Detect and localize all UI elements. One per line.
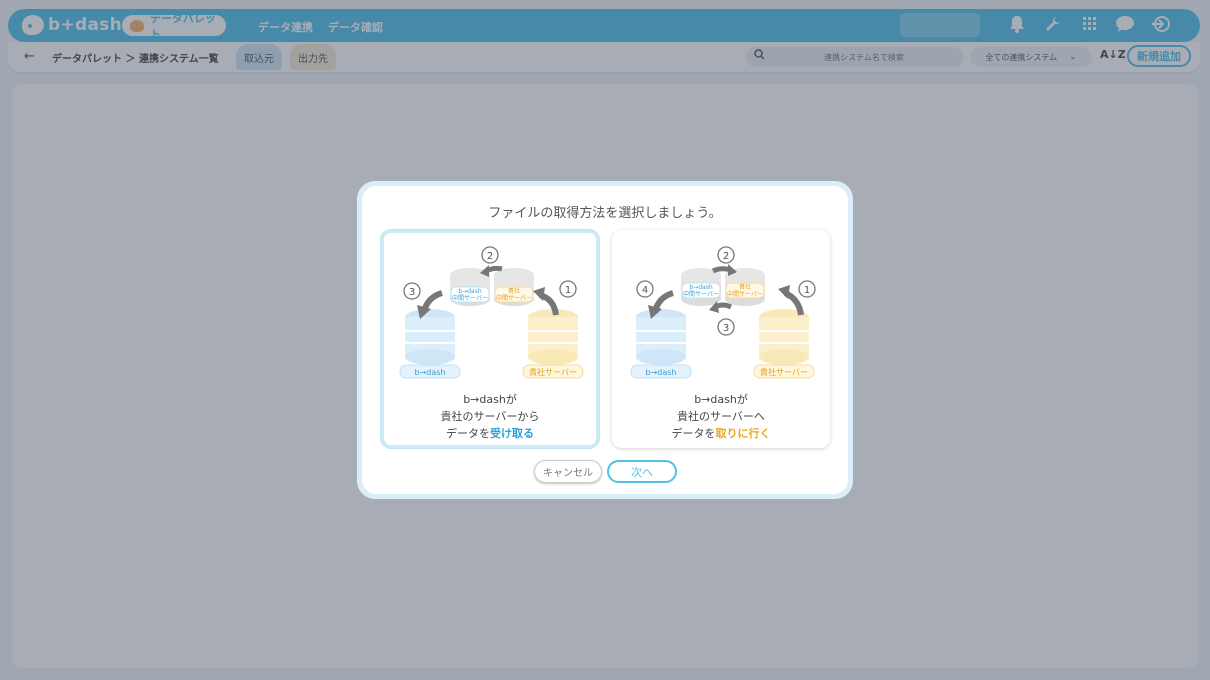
step-bubble-2: 2	[481, 246, 499, 264]
client-server-cylinder	[528, 309, 578, 365]
receive-diagram: b→dash 中間サーバー 貴社 中間サーバー b→dash 貴社サーバー 1 …	[399, 246, 584, 379]
svg-text:2: 2	[487, 251, 493, 262]
step-bubble-1: 1	[798, 280, 816, 298]
svg-text:4: 4	[642, 285, 648, 296]
receive-description: b→dashが 貴社のサーバーから データを受け取る	[384, 391, 596, 442]
fetch-line-2: 貴社のサーバーへ	[677, 410, 765, 423]
receive-line-1: b→dashが	[463, 393, 517, 406]
fetch-highlight: 取りに行く	[715, 427, 771, 440]
receive-highlight: 受け取る	[490, 427, 534, 440]
step-bubble-1: 1	[559, 280, 577, 298]
relay-bdash-label-2: 中間サーバー	[452, 294, 488, 302]
fetch-line-1: b→dashが	[694, 393, 748, 406]
relay-client-label-1: 貴社	[739, 283, 751, 291]
next-button[interactable]: 次へ	[607, 460, 677, 483]
receive-line-3: データを受け取る	[446, 427, 534, 440]
modal-body: ファイルの取得方法を選択しましょう。 b→dash 中間サーバー 貴社 中間サー…	[362, 186, 848, 494]
relay-bdash-label-1: b→dash	[458, 288, 481, 295]
cancel-button[interactable]: キャンセル	[534, 460, 602, 483]
fetch-description: b→dashが 貴社のサーバーへ データを取りに行く	[615, 391, 827, 442]
step-bubble-3: 3	[403, 282, 421, 300]
bdash-cylinder	[405, 309, 455, 365]
relay-client-label-1: 貴社	[508, 287, 520, 295]
fetch-diagram: b→dash 中間サーバー 貴社 中間サーバー b→dash 貴社サーバー 1 …	[630, 246, 816, 379]
step-bubble-3: 3	[717, 318, 735, 336]
bdash-server-label: b→dash	[415, 368, 446, 377]
svg-text:1: 1	[565, 285, 571, 296]
step-bubble-4: 4	[636, 280, 654, 298]
client-server-label: 貴社サーバー	[529, 367, 577, 377]
bdash-cylinder	[636, 309, 686, 365]
svg-text:3: 3	[723, 323, 729, 334]
relay-bdash-label-1: b→dash	[689, 284, 712, 291]
relay-bdash-label-2: 中間サーバー	[683, 290, 719, 298]
option-fetch-card[interactable]: b→dash 中間サーバー 貴社 中間サーバー b→dash 貴社サーバー 1 …	[612, 230, 830, 448]
svg-text:3: 3	[409, 287, 415, 298]
svg-text:1: 1	[804, 285, 810, 296]
bdash-server-label: b→dash	[646, 368, 677, 377]
modal-title: ファイルの取得方法を選択しましょう。	[488, 206, 722, 221]
receive-line-2: 貴社のサーバーから	[440, 410, 540, 423]
client-server-label: 貴社サーバー	[760, 367, 808, 377]
svg-text:2: 2	[723, 251, 729, 262]
fetch-line-3: データを取りに行く	[671, 427, 771, 440]
option-receive-card[interactable]: b→dash 中間サーバー 貴社 中間サーバー b→dash 貴社サーバー 1 …	[381, 230, 599, 448]
client-server-cylinder	[759, 309, 809, 365]
relay-client-label-2: 中間サーバー	[727, 290, 763, 298]
step-bubble-2: 2	[717, 246, 735, 264]
acquisition-method-modal: ファイルの取得方法を選択しましょう。 b→dash 中間サーバー 貴社 中間サー…	[357, 181, 853, 499]
relay-client-label-2: 中間サーバー	[496, 294, 532, 302]
